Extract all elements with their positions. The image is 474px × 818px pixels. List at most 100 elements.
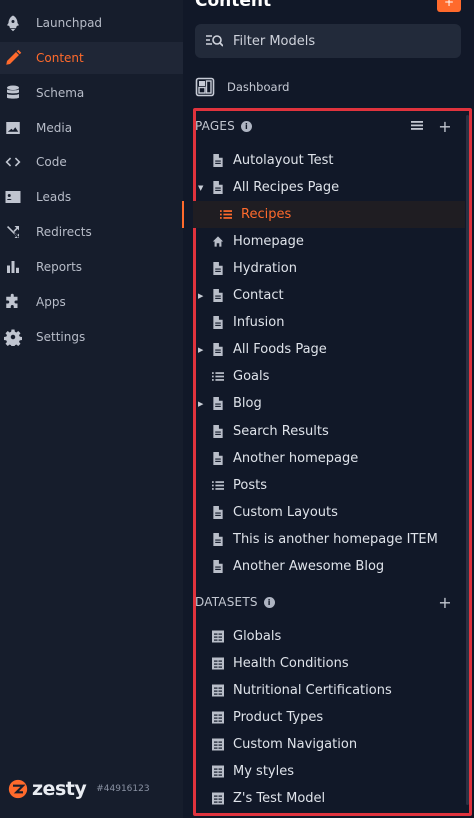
caret-right-icon[interactable]: ▶ [198, 346, 203, 354]
page-tree-item[interactable]: Autolayout Test [193, 147, 465, 174]
document-icon [211, 505, 225, 519]
page-title: Content [195, 0, 272, 11]
item-label: Another Awesome Blog [233, 558, 385, 574]
code-icon [2, 151, 24, 173]
nav-content[interactable]: Content [0, 42, 183, 74]
add-page-button[interactable]: + [437, 117, 453, 136]
dataset-item[interactable]: Custom Navigation [193, 731, 465, 758]
dashboard-link[interactable]: Dashboard [195, 75, 289, 99]
list-icon [211, 478, 225, 492]
datasets-section-actions: + [437, 593, 453, 612]
dataset-icon [211, 792, 225, 806]
info-icon[interactable]: i [240, 120, 252, 132]
pages-section-header: PAGES i [195, 117, 252, 135]
page-tree-item[interactable]: Another homepage [193, 445, 465, 472]
shuffle-icon [2, 221, 24, 243]
page-tree-item[interactable]: Homepage [193, 228, 465, 255]
home-icon [211, 235, 225, 249]
datasets-section-header: DATASETS i [195, 593, 275, 611]
dataset-item[interactable]: Health Conditions [193, 650, 465, 677]
item-label: Product Types [233, 710, 324, 726]
zesty-logo-icon [8, 779, 28, 799]
pencil-icon [2, 47, 24, 69]
nav-settings[interactable]: Settings [0, 321, 183, 353]
dataset-icon [211, 684, 225, 698]
list-view-icon[interactable] [409, 120, 425, 132]
bar-chart-icon [2, 256, 24, 278]
dataset-item[interactable]: Product Types [193, 704, 465, 731]
page-tree-item[interactable]: Goals [193, 363, 465, 390]
nav-schema[interactable]: Schema [0, 77, 183, 109]
page-tree-item[interactable]: ▼ All Recipes Page [193, 174, 465, 201]
page-tree-item[interactable]: Search Results [193, 418, 465, 445]
nav-launchpad[interactable]: Launchpad [0, 7, 183, 39]
filter-models-input[interactable] [233, 32, 443, 50]
pages-section-actions: + [409, 117, 453, 136]
info-icon[interactable]: i [263, 596, 275, 608]
page-tree-item[interactable]: Custom Layouts [193, 499, 465, 526]
page-tree-item[interactable]: Recipes [193, 201, 465, 229]
scrollbar[interactable] [466, 115, 469, 805]
item-label: All Foods Page [233, 342, 327, 358]
item-label: Posts [233, 477, 267, 493]
item-label: Health Conditions [233, 656, 349, 672]
nav-redirects[interactable]: Redirects [0, 216, 183, 248]
page-tree-item[interactable]: Infusion [193, 309, 465, 336]
item-label: Infusion [233, 315, 285, 331]
caret-right-icon[interactable]: ▶ [198, 292, 203, 300]
document-icon [211, 154, 225, 168]
dataset-icon [211, 738, 225, 752]
nav-reports[interactable]: Reports [0, 251, 183, 283]
document-icon [211, 343, 225, 357]
dataset-item[interactable]: Nutritional Certifications [193, 677, 465, 704]
nav-apps[interactable]: Apps [0, 286, 183, 318]
list-icon [211, 370, 225, 384]
dashboard-icon [195, 77, 215, 97]
document-icon [211, 397, 225, 411]
page-tree-item[interactable]: Posts [193, 472, 465, 499]
page-tree-item[interactable]: This is another homepage ITEM [193, 526, 465, 553]
item-label: Hydration [233, 261, 297, 277]
datasets-heading: DATASETS [195, 595, 258, 609]
caret-right-icon[interactable]: ▶ [198, 400, 203, 408]
dataset-item[interactable]: Globals [193, 623, 465, 650]
page-tree-item[interactable]: ▶ Blog [193, 390, 465, 417]
filter-models-box[interactable] [195, 24, 461, 58]
dataset-item[interactable]: My styles [193, 758, 465, 785]
document-icon [211, 451, 225, 465]
nav-code[interactable]: Code [0, 146, 183, 178]
build-number: #44916123 [96, 784, 150, 794]
puzzle-icon [2, 291, 24, 313]
document-icon [211, 532, 225, 546]
page-tree-item[interactable]: ▶ Contact [193, 282, 465, 309]
page-tree-item[interactable]: Another Awesome Blog [193, 553, 465, 580]
item-label: Blog [233, 396, 262, 412]
item-label: Nutritional Certifications [233, 683, 392, 699]
add-item-button[interactable]: + [437, 0, 461, 12]
nav-leads[interactable]: Leads [0, 181, 183, 213]
nav-media[interactable]: Media [0, 112, 183, 144]
item-label: All Recipes Page [233, 180, 340, 196]
page-tree-item[interactable]: ▶ All Foods Page [193, 336, 465, 363]
document-icon [211, 181, 225, 195]
item-label: Z's Test Model [233, 791, 326, 807]
item-label: Homepage [233, 234, 304, 250]
brand-name: zesty [32, 778, 87, 800]
filter-search-icon [205, 33, 224, 49]
dataset-icon [211, 765, 225, 779]
document-icon [211, 424, 225, 438]
document-icon [211, 316, 225, 330]
item-label: Another homepage [233, 450, 359, 466]
item-label: Contact [233, 288, 284, 304]
list-icon [219, 208, 233, 222]
document-icon [211, 262, 225, 276]
database-icon [2, 82, 24, 104]
add-dataset-button[interactable]: + [437, 593, 453, 612]
dataset-item[interactable]: Z's Test Model [193, 785, 465, 812]
active-row-indicator [182, 201, 184, 228]
page-tree-item[interactable]: Hydration [193, 255, 465, 282]
zesty-brand[interactable]: zesty #44916123 [8, 776, 150, 802]
pages-heading: PAGES [195, 119, 235, 133]
item-label: Search Results [233, 423, 329, 439]
caret-down-icon[interactable]: ▼ [198, 184, 203, 192]
